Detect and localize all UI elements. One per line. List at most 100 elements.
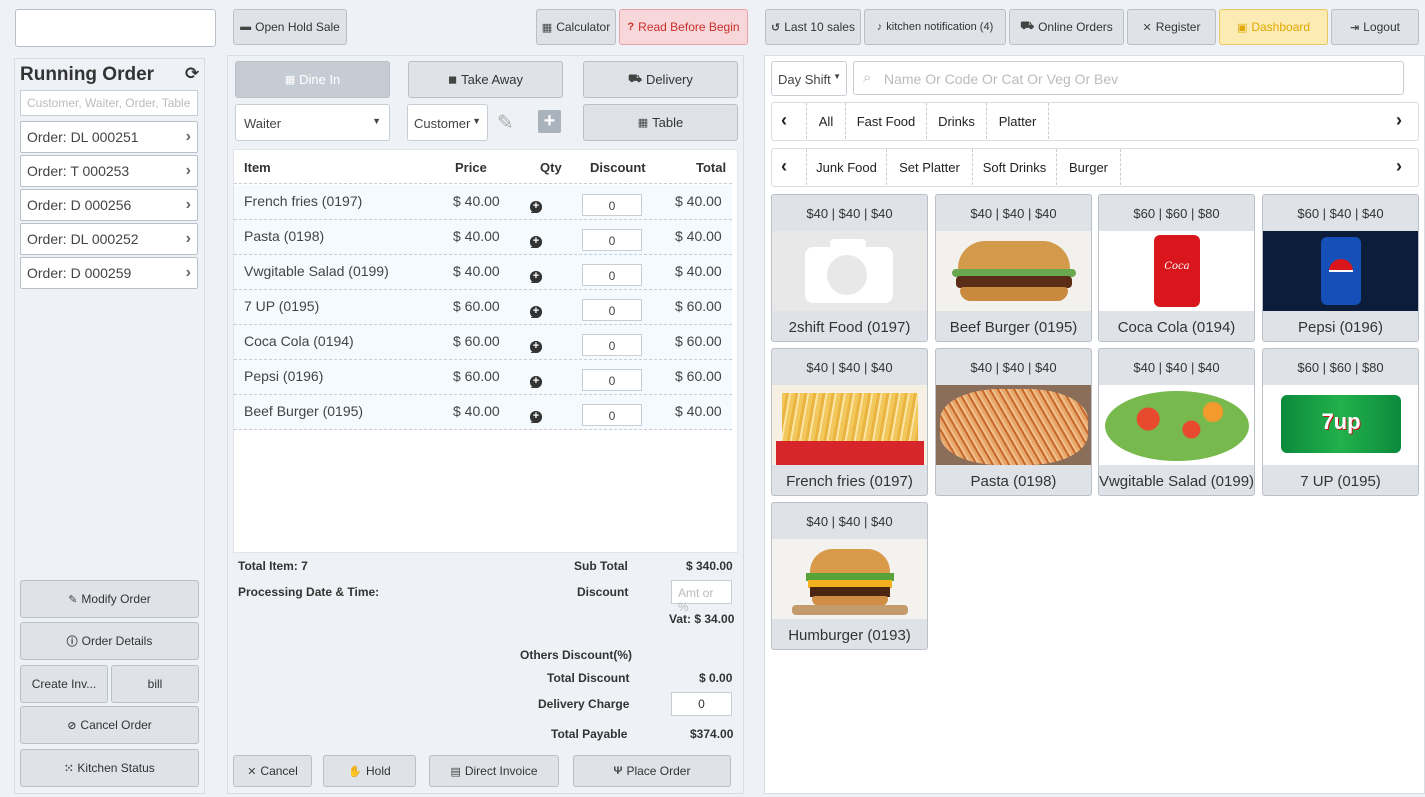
open-hold-sale-button[interactable]: ▬ Open Hold Sale [233,9,347,45]
product-price: $40 | $40 | $40 [1133,359,1220,375]
plus-icon[interactable]: + [530,236,542,248]
plus-icon[interactable]: + [530,271,542,283]
kitchen-status-button[interactable]: ⁙ Kitchen Status [20,749,199,787]
pasta-image [936,385,1091,465]
cancel-order-button[interactable]: ⊘ Cancel Order [20,706,199,744]
chevron-right-icon[interactable]: › [1396,156,1402,177]
bill-button[interactable]: bill [111,665,199,703]
calculator-button[interactable]: ▦ Calculator [536,9,616,45]
item-total: $ 40.00 [675,403,722,419]
discount-input[interactable]: 0 [582,264,642,286]
discount-input[interactable]: 0 [582,299,642,321]
discount-input[interactable]: 0 [582,334,642,356]
discount-input[interactable]: 0 [582,404,642,426]
delivery-charge-input[interactable]: 0 [671,692,732,716]
product-card[interactable]: $40 | $40 | $40 French fries (0197) [771,348,928,496]
category-tab[interactable]: Fast Food [846,103,927,139]
product-card[interactable]: $40 | $40 | $40 Vwgitable Salad (0199) [1098,348,1255,496]
bag-icon: ◼ [447,74,458,86]
product-card[interactable]: $60 | $60 | $80 Coca Coca Cola (0194) [1098,194,1255,342]
last-10-sales-button[interactable]: ↺ Last 10 sales [765,9,861,45]
discount-input[interactable]: 0 [582,369,642,391]
category-tab[interactable]: Burger [1057,149,1121,185]
table-button[interactable]: ▦ Table [583,104,738,141]
product-name: Pepsi (0196) [1297,318,1384,336]
logout-button[interactable]: ⇥ Logout [1331,9,1419,45]
product-card[interactable]: $40 | $40 | $40 Humburger (0193) [771,502,928,650]
discount-input[interactable]: 0 [582,229,642,251]
waiter-select[interactable]: Waiter ▼ [235,104,390,141]
hold-button[interactable]: ✋ Hold [323,755,416,787]
category-tab[interactable]: Junk Food [806,149,887,185]
item-price: $ 60.00 [453,298,500,314]
order-search-input[interactable]: Customer, Waiter, Order, Table [20,90,198,116]
product-name: 2shift Food (0197) [788,318,911,336]
dine-in-button[interactable]: ▦ Dine In [235,61,390,98]
order-label: Order: T 000253 [27,163,130,179]
discount-input[interactable]: 0 [582,194,642,216]
category-tab[interactable]: Set Platter [887,149,973,185]
product-price: $40 | $40 | $40 [970,359,1057,375]
pencil-icon[interactable]: ✎ [497,110,514,135]
chevron-left-icon[interactable]: ‹ [781,110,787,131]
product-name: Pasta (0198) [970,472,1057,490]
running-order-item[interactable]: Order: DL 000252 › [20,223,198,255]
category-tab[interactable]: Platter [987,103,1049,139]
register-button[interactable]: ✕ Register [1127,9,1216,45]
chevron-right-icon[interactable]: › [1396,110,1402,131]
cart-icon: ⛟ [1020,20,1035,32]
dashboard-button[interactable]: ▣ Dashboard [1219,9,1328,45]
discount-input[interactable]: Amt or % [671,580,732,614]
running-order-item[interactable]: Order: DL 000251 › [20,121,198,153]
others-discount-label: Others Discount(%) [520,648,633,662]
plus-icon[interactable]: + [530,411,542,423]
running-order-item[interactable]: Order: D 000256 › [20,189,198,221]
plus-icon[interactable]: + [530,341,542,353]
plus-icon[interactable]: + [530,376,542,388]
item-price: $ 60.00 [453,333,500,349]
cart-row: French fries (0197)$ 40.00− 1 +0$ 40.00 [234,185,732,220]
header-price: Price [455,160,487,175]
plus-icon[interactable]: + [530,201,542,213]
cart-row: Pepsi (0196)$ 60.00− 1 +0$ 60.00 [234,360,732,395]
shift-select[interactable]: Day Shift ▼ [771,61,847,96]
kitchen-notification-button[interactable]: ♪ kitchen notification (4) [864,9,1006,45]
delivery-button[interactable]: ⛟ Delivery [583,61,738,98]
order-details-button[interactable]: ⓘ Order Details [20,622,199,660]
running-order-item[interactable]: Order: T 000253 › [20,155,198,187]
total-discount-label: Total Discount [547,671,630,685]
chevron-left-icon[interactable]: ‹ [781,156,787,177]
cart-row: Vwgitable Salad (0199)$ 40.00− 1 +0$ 40.… [234,255,732,290]
category-tab[interactable]: All [806,103,846,139]
customer-select[interactable]: Customer ▼ [407,104,488,141]
running-order-item[interactable]: Order: D 000259 › [20,257,198,289]
refresh-icon[interactable]: ⟳ [185,64,199,84]
add-customer-button[interactable]: + [538,110,561,133]
read-before-begin-button[interactable]: ? Read Before Begin [619,9,748,45]
cart-row: 7 UP (0195)$ 60.00− 1 +0$ 60.00 [234,290,732,325]
close-icon: ✕ [247,765,257,778]
plus-icon[interactable]: + [530,306,542,318]
top-input-box[interactable] [15,9,216,47]
caret-down-icon: ▼ [833,72,841,81]
item-total: $ 60.00 [675,368,722,384]
product-price: $60 | $60 | $80 [1297,359,1384,375]
menu-search-input[interactable]: ⌕ Name Or Code Or Cat Or Veg Or Bev [853,61,1404,95]
product-card[interactable]: $40 | $40 | $40 2shift Food (0197) [771,194,928,342]
total-payable-label: Total Payable [551,727,628,741]
product-card[interactable]: $40 | $40 | $40 Beef Burger (0195) [935,194,1092,342]
product-card[interactable]: $40 | $40 | $40 Pasta (0198) [935,348,1092,496]
category-tab[interactable]: Drinks [927,103,987,139]
modify-order-button[interactable]: ✎ Modify Order [20,580,199,618]
product-card[interactable]: $60 | $40 | $40 Pepsi (0196) [1262,194,1419,342]
cart-header: Item Price Qty Discount Total [234,150,732,184]
header-qty: Qty [540,160,562,175]
place-order-button[interactable]: Ψ Place Order [573,755,731,787]
direct-invoice-button[interactable]: ▤ Direct Invoice [429,755,559,787]
cancel-button[interactable]: ✕ Cancel [233,755,312,787]
category-tab[interactable]: Soft Drinks [973,149,1057,185]
online-orders-button[interactable]: ⛟ Online Orders [1009,9,1124,45]
create-invoice-button[interactable]: Create Inv... [20,665,108,703]
product-card[interactable]: $60 | $60 | $80 7up 7 UP (0195) [1262,348,1419,496]
take-away-button[interactable]: ◼ Take Away [408,61,563,98]
